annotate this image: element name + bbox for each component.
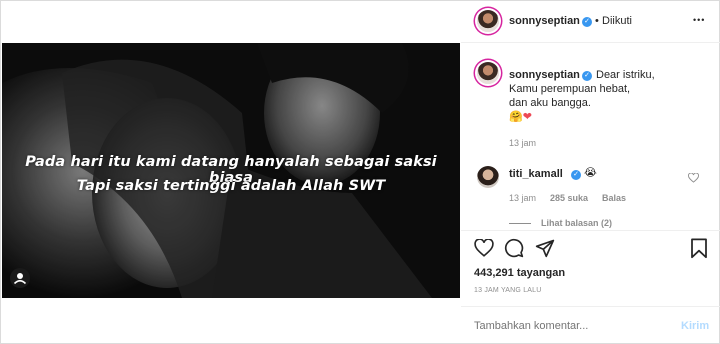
post-card: Pada hari itu kami datang hanyalah sebag…: [0, 0, 720, 344]
comment-username[interactable]: titi_kamall: [509, 168, 563, 180]
author-avatar[interactable]: [477, 10, 499, 32]
comment-time[interactable]: 13 jam: [509, 193, 536, 203]
video-caption-line-2: Tapi saksi tertinggi adalah Allah SWT: [76, 178, 386, 194]
share-send-icon[interactable]: [535, 238, 555, 258]
add-comment-bar: Kirim: [461, 306, 720, 344]
caption-line-3: dan aku bangga.: [509, 97, 591, 109]
comment-likes[interactable]: 285 suka: [550, 193, 588, 203]
more-options-icon[interactable]: •••: [693, 15, 705, 25]
post-sidebar: sonnyseptian ✓ • Diikuti ••• sonnyseptia…: [461, 1, 720, 344]
verified-badge-icon: ✓: [571, 170, 581, 180]
save-bookmark-icon[interactable]: [690, 238, 708, 259]
caption-emojis: 🤗❤: [509, 111, 532, 123]
header-username[interactable]: sonnyseptian: [509, 15, 580, 27]
post-comment-button[interactable]: Kirim: [681, 320, 709, 332]
replies-divider: [509, 223, 531, 224]
tagged-user-button[interactable]: [10, 268, 30, 288]
view-replies-button[interactable]: Lihat balasan (2): [541, 218, 612, 228]
header-separator: •: [595, 15, 599, 27]
user-tag-icon: [13, 273, 27, 285]
post-header: sonnyseptian ✓ • Diikuti •••: [461, 1, 720, 43]
caption-time[interactable]: 13 jam: [509, 138, 536, 148]
follow-status[interactable]: Diikuti: [602, 15, 632, 27]
like-heart-icon[interactable]: [474, 239, 494, 257]
view-count[interactable]: 443,291 tayangan: [474, 267, 565, 279]
post-timestamp[interactable]: 13 JAM YANG LALU: [474, 287, 542, 294]
caption-line-1: Dear istriku,: [596, 69, 655, 81]
caption-username[interactable]: sonnyseptian: [509, 69, 580, 81]
like-comment-heart-icon[interactable]: [688, 173, 699, 183]
caption-line-2: Kamu perempuan hebat,: [509, 83, 631, 95]
comment-reply-button[interactable]: Balas: [602, 193, 626, 203]
comment-bubble-icon[interactable]: [504, 238, 524, 258]
post-video[interactable]: Pada hari itu kami datang hanyalah sebag…: [2, 43, 460, 298]
comment-text: 😭: [584, 167, 597, 179]
verified-badge-icon: ✓: [582, 71, 592, 81]
verified-badge-icon: ✓: [582, 17, 592, 27]
actions-divider: [461, 230, 720, 231]
comment-input[interactable]: [474, 318, 664, 334]
caption-author-avatar[interactable]: [477, 62, 499, 84]
commenter-avatar[interactable]: [477, 166, 499, 188]
